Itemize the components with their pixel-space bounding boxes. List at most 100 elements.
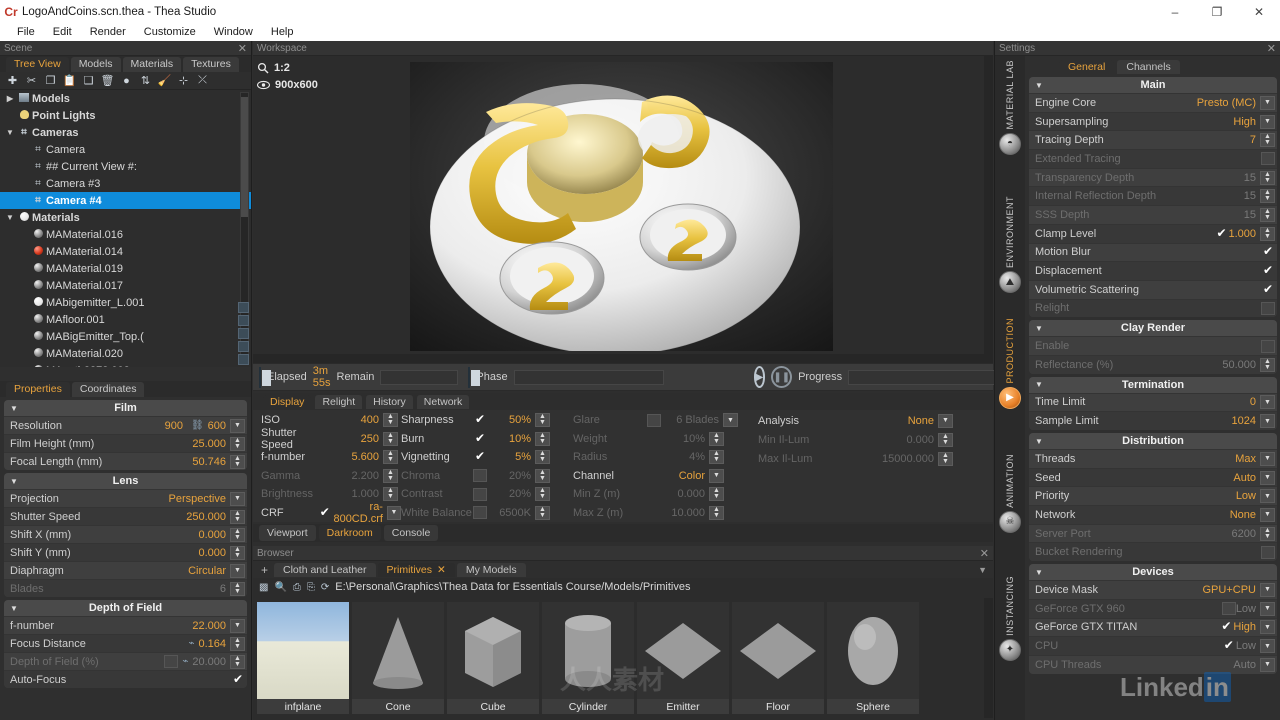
- menu-item-render[interactable]: Render: [81, 26, 135, 38]
- spinner-control[interactable]: ▲▼: [709, 487, 724, 501]
- darkroom-checkbox-checked[interactable]: ✔: [473, 413, 487, 427]
- minimize-button[interactable]: –: [1154, 0, 1196, 23]
- browser-item[interactable]: Sphere: [827, 602, 919, 714]
- row-cpu[interactable]: CPU✔Low▼: [1029, 636, 1277, 655]
- tree-item[interactable]: MABigEmitter_Top.(: [0, 328, 251, 345]
- dropdown-control[interactable]: ▼: [1260, 395, 1275, 409]
- browser-tab-overflow-icon[interactable]: ▼: [978, 565, 993, 575]
- add-icon[interactable]: ✚: [4, 73, 21, 89]
- checkbox-unchecked[interactable]: [1261, 152, 1275, 165]
- row-focus-distance[interactable]: Focus Distance⌁0.164▲▼: [4, 634, 247, 652]
- spinner-control[interactable]: ▲▼: [1260, 171, 1275, 185]
- darkroom-row-burn[interactable]: Burn✔10%▲▼: [401, 430, 573, 449]
- spinner-control[interactable]: ▲▼: [383, 487, 398, 501]
- dropdown-control[interactable]: ▼: [1260, 639, 1275, 653]
- row-f-number[interactable]: f-number22.000▼: [4, 616, 247, 634]
- tree-item[interactable]: ⌗## Current View #:: [0, 158, 251, 175]
- texture-icon[interactable]: ▩: [259, 582, 268, 593]
- filter-textures-icon[interactable]: [238, 354, 249, 365]
- spinner-control[interactable]: ▲▼: [535, 469, 550, 483]
- row-checkbox-checked[interactable]: ✔: [1261, 264, 1275, 278]
- spinner-control[interactable]: ▲▼: [535, 450, 550, 464]
- group-header[interactable]: ▼Devices: [1029, 564, 1277, 580]
- viewport-tab-console[interactable]: Console: [384, 525, 439, 541]
- row-threads[interactable]: ThreadsMax▼: [1029, 449, 1277, 468]
- row-cpu-threads[interactable]: CPU ThreadsAuto▼: [1029, 655, 1277, 674]
- spinner-control[interactable]: ▲▼: [1260, 527, 1275, 541]
- spinner-control[interactable]: ▲▼: [230, 546, 245, 560]
- browser-tab-close-icon[interactable]: ✕: [437, 564, 446, 576]
- darkroom-row-crf[interactable]: CRF✔ra-800CD.crf▼: [261, 503, 401, 522]
- darkroom-row-gamma[interactable]: Gamma2.200▲▼: [261, 467, 401, 485]
- tree-item[interactable]: ⌗Camera: [0, 141, 251, 158]
- tree-item[interactable]: MAbigemitter_L.001: [0, 294, 251, 311]
- duplicate-icon[interactable]: ❑: [80, 73, 97, 89]
- row-priority[interactable]: PriorityLow▼: [1029, 486, 1277, 505]
- browser-add-tab-button[interactable]: +: [257, 563, 272, 577]
- checkbox-unchecked[interactable]: [1261, 340, 1275, 353]
- row-clamp-level[interactable]: Clamp Level✔1.000▲▼: [1029, 224, 1277, 243]
- row-displacement[interactable]: Displacement✔: [1029, 261, 1277, 280]
- workspace-horizontal-scrollbar[interactable]: [253, 354, 993, 363]
- tree-item[interactable]: MAfloor.001: [0, 311, 251, 328]
- spinner-control[interactable]: ▲▼: [383, 469, 398, 483]
- darkroom-tab-history[interactable]: History: [366, 395, 413, 409]
- darkroom-row-f-number[interactable]: f-number5.600▲▼: [261, 448, 401, 466]
- row-tracing-depth[interactable]: Tracing Depth7▲▼: [1029, 130, 1277, 149]
- tree-item[interactable]: MAMaterial.019: [0, 260, 251, 277]
- dropdown-control[interactable]: ▼: [1260, 96, 1275, 110]
- settings-vtab-material-lab[interactable]: MATERIAL LAB◓: [995, 60, 1025, 155]
- browser-item[interactable]: Cylinder: [542, 602, 634, 714]
- spinner-control[interactable]: ▲▼: [230, 637, 245, 651]
- settings-tab-general[interactable]: General: [1059, 60, 1114, 74]
- row-motion-blur[interactable]: Motion Blur✔: [1029, 243, 1277, 262]
- row-network[interactable]: NetworkNone▼: [1029, 505, 1277, 524]
- play-button[interactable]: ▶: [754, 366, 766, 388]
- tree-item[interactable]: MAMaterial.016: [0, 226, 251, 243]
- dropdown-control[interactable]: ▼: [1260, 452, 1275, 466]
- spinner-control[interactable]: ▲▼: [1260, 358, 1275, 372]
- row-checkbox-checked[interactable]: ✔: [231, 673, 245, 687]
- close-button[interactable]: ✕: [1238, 0, 1280, 23]
- scene-close-icon[interactable]: ✕: [238, 42, 247, 55]
- spinner-control[interactable]: ▲▼: [383, 413, 398, 427]
- copy-icon[interactable]: ❐: [42, 73, 59, 89]
- settings-vtab-production[interactable]: PRODUCTION▶: [995, 318, 1025, 409]
- row-checkbox-checked[interactable]: ✔: [1219, 620, 1233, 634]
- darkroom-row-white-balance[interactable]: White Balance6500K▲▼: [401, 504, 573, 523]
- row-geforce-gtx-titan[interactable]: GeForce GTX TITAN✔High▼: [1029, 618, 1277, 637]
- viewport-tab-darkroom[interactable]: Darkroom: [319, 525, 381, 541]
- row-reflectance-[interactable]: Reflectance (%)50.000▲▼: [1029, 355, 1277, 374]
- darkroom-row-sharpness[interactable]: Sharpness✔50%▲▼: [401, 411, 573, 430]
- scene-tab-models[interactable]: Models: [71, 57, 121, 72]
- darkroom-row-min-il-lum[interactable]: Min Il-Lum0.000▲▼: [758, 430, 968, 449]
- darkroom-row-min-z-m-[interactable]: Min Z (m)0.000▲▼: [573, 485, 758, 504]
- darkroom-row-chroma[interactable]: Chroma20%▲▼: [401, 467, 573, 486]
- row-sample-limit[interactable]: Sample Limit1024▼: [1029, 411, 1277, 430]
- row-resolution[interactable]: Resolution900⛓600▼: [4, 416, 247, 434]
- dropdown-control[interactable]: ▼: [230, 492, 245, 506]
- browser-item[interactable]: Floor: [732, 602, 824, 714]
- tree-scrollbar-thumb[interactable]: [241, 97, 248, 217]
- spinner-control[interactable]: ▲▼: [1260, 227, 1275, 241]
- darkroom-checkbox-unchecked[interactable]: [473, 469, 487, 482]
- tree-expander[interactable]: ▼: [4, 128, 16, 137]
- browser-tab-my-models[interactable]: My Models: [457, 563, 526, 577]
- darkroom-checkbox-unchecked[interactable]: [473, 506, 487, 519]
- dropdown-control[interactable]: ▼: [938, 414, 953, 428]
- transform-icon[interactable]: ⊹: [175, 73, 192, 89]
- dropdown-control[interactable]: ▼: [1260, 471, 1275, 485]
- properties-tab-coordinates[interactable]: Coordinates: [72, 382, 145, 397]
- row-diaphragm[interactable]: DiaphragmCircular▼: [4, 561, 247, 579]
- collapse-triangle-icon[interactable]: ▼: [10, 604, 18, 613]
- browser-item[interactable]: Cube: [447, 602, 539, 714]
- filter-materials-icon[interactable]: [238, 341, 249, 352]
- spinner-control[interactable]: ▲▼: [709, 450, 724, 464]
- darkroom-checkbox-checked[interactable]: ✔: [473, 432, 487, 446]
- darkroom-checkbox-unchecked[interactable]: [647, 414, 661, 427]
- group-header[interactable]: ▼Main: [1029, 77, 1277, 93]
- menu-item-help[interactable]: Help: [262, 26, 303, 38]
- darkroom-row-glare[interactable]: Glare6 Blades▼: [573, 411, 758, 430]
- dropdown-control[interactable]: ▼: [1260, 508, 1275, 522]
- darkroom-tab-relight[interactable]: Relight: [315, 395, 362, 409]
